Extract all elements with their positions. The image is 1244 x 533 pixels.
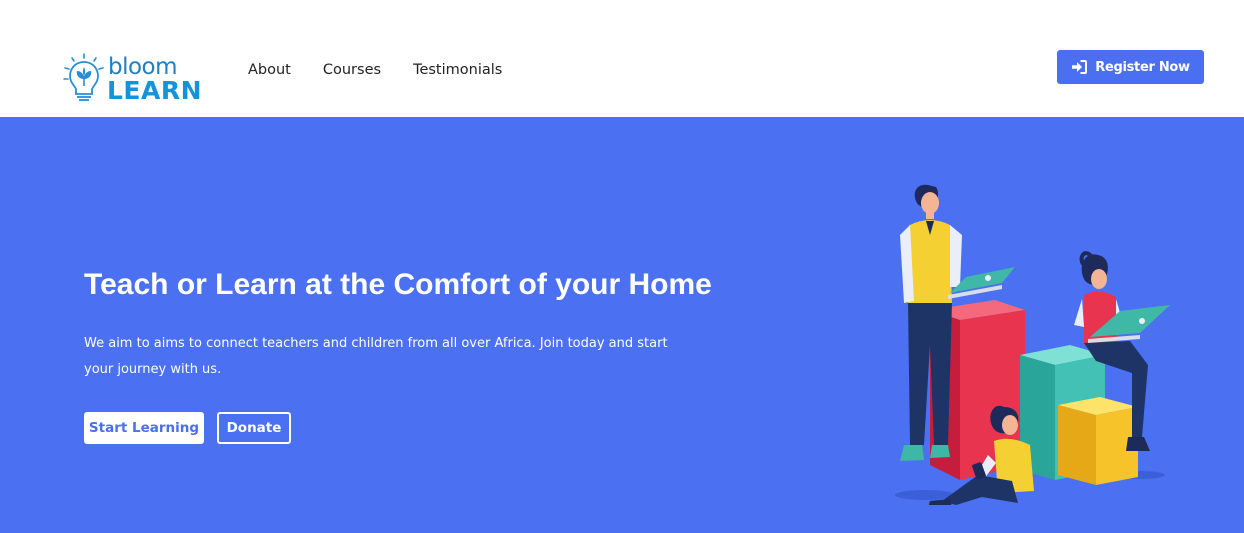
nav-link-testimonials[interactable]: Testimonials [413,60,502,80]
lightbulb-logo-icon [63,53,104,101]
sign-in-icon [1072,60,1088,74]
brand-logo[interactable]: bloom LEARN [62,52,212,108]
nav-link-about[interactable]: About [248,60,291,80]
people-learning-illustration [895,184,1170,505]
brand-word-learn: LEARN [107,76,203,105]
hero-title: Teach or Learn at the Comfort of your Ho… [84,268,712,301]
donate-button[interactable]: Donate [217,412,291,444]
hero-description: We aim to aims to connect teachers and c… [84,336,668,377]
register-now-button[interactable]: Register Now [1057,50,1204,84]
register-now-label: Register Now [1095,59,1190,75]
start-learning-button[interactable]: Start Learning [84,412,204,444]
nav-link-courses[interactable]: Courses [323,60,381,80]
navbar: bloom LEARN About Courses Testimonials R… [0,0,1244,117]
hero-section: Teach or Learn at the Comfort of your Ho… [0,117,1244,533]
main-nav: About Courses Testimonials [248,60,534,80]
